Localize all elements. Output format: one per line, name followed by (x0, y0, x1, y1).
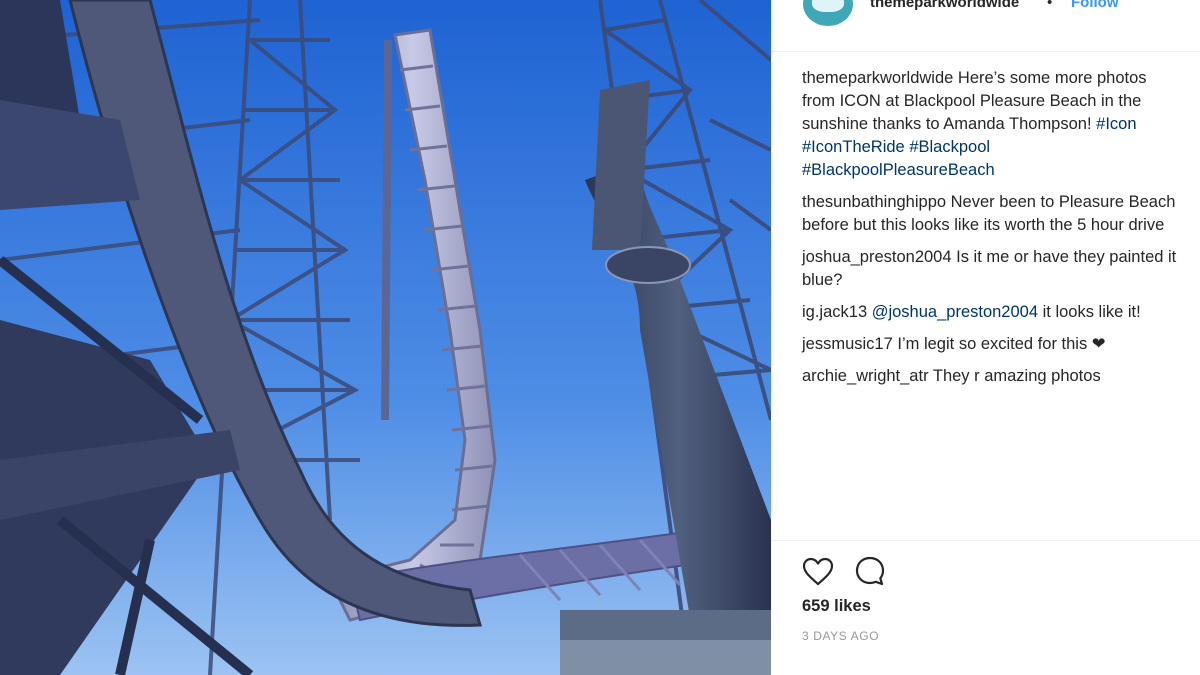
comment-text: I’m legit so excited for this ❤ (897, 335, 1106, 353)
comment-item: joshua_preston2004 Is it me or have they… (802, 246, 1182, 292)
post-header: themeparkworldwide • Follow (771, 0, 1200, 52)
comment-item: jessmusic17 I’m legit so excited for thi… (802, 333, 1182, 356)
roller-coaster-image (0, 0, 771, 675)
mention-link[interactable]: @joshua_preston2004 (872, 303, 1038, 321)
hashtag-link[interactable]: #Icon (1096, 115, 1136, 133)
heart-outline-icon[interactable] (801, 555, 835, 589)
post-sidebar: themeparkworldwide • Follow themeparkwor… (771, 0, 1200, 675)
avatar-logo-icon (812, 0, 844, 12)
comment-username[interactable]: jessmusic17 (802, 335, 893, 353)
caption: themeparkworldwide Here’s some more phot… (802, 67, 1182, 182)
comment-username[interactable]: thesunbathinghippo (802, 193, 946, 211)
post-photo[interactable] (0, 0, 771, 675)
speech-bubble-icon[interactable] (853, 555, 887, 589)
comment-username[interactable]: archie_wright_atr (802, 367, 929, 385)
comment-item: archie_wright_atr They r amazing photos (802, 365, 1182, 388)
hashtag-link[interactable]: #BlackpoolPleasureBeach (802, 161, 995, 179)
comment-text: it looks like it! (1042, 303, 1141, 321)
comment-username[interactable]: joshua_preston2004 (802, 248, 952, 266)
comments-list: themeparkworldwide Here’s some more phot… (802, 67, 1182, 397)
hashtag-link[interactable]: #IconTheRide (802, 138, 905, 156)
caption-username[interactable]: themeparkworldwide (802, 69, 953, 87)
comment-username[interactable]: ig.jack13 (802, 303, 867, 321)
avatar[interactable] (803, 0, 853, 26)
header-separator: • (1047, 0, 1053, 11)
comment-item: thesunbathinghippo Never been to Pleasur… (802, 191, 1182, 237)
header-username[interactable]: themeparkworldwide (870, 0, 1019, 11)
post-timestamp[interactable]: 3 DAYS AGO (802, 629, 879, 643)
hashtag-link[interactable]: #Blackpool (909, 138, 990, 156)
likes-count[interactable]: 659 likes (802, 597, 871, 616)
follow-button[interactable]: Follow (1071, 0, 1119, 11)
comment-item: ig.jack13 @joshua_preston2004 it looks l… (802, 301, 1182, 324)
comment-text: They r amazing photos (932, 367, 1101, 385)
action-bar (771, 540, 1200, 586)
